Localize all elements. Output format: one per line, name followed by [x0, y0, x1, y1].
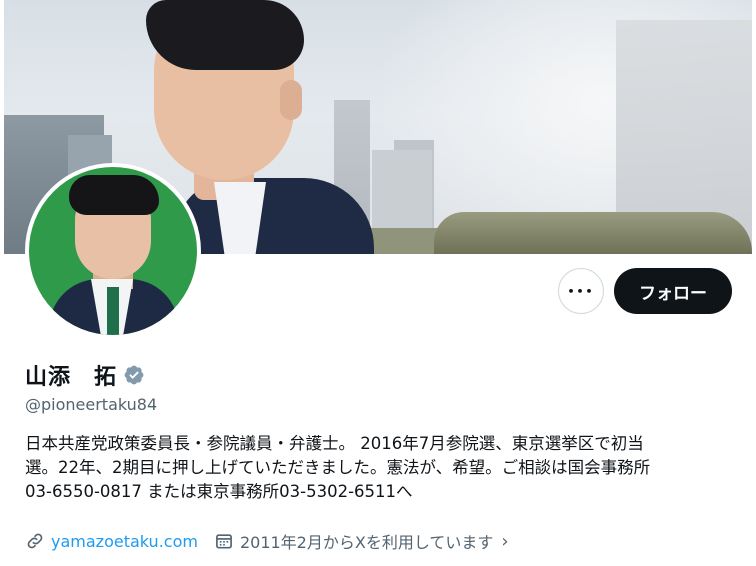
user-handle: @pioneertaku84 [25, 395, 158, 414]
profile-bio: 日本共産党政策委員長・参院議員・弁護士。 2016年7月参院選、東京選挙区で初当… [25, 432, 735, 504]
display-name-row: 山添 拓 [25, 360, 145, 390]
avatar-hair [69, 175, 159, 215]
joined-date: 2011年2月からXを利用しています [239, 533, 494, 552]
avatar-tie [107, 287, 119, 335]
display-name: 山添 拓 [25, 365, 118, 390]
chevron-right-icon[interactable]: › [501, 531, 508, 552]
verified-badge-icon[interactable] [123, 364, 145, 386]
link-icon [27, 533, 43, 549]
joined-item[interactable]: 2011年2月からXを利用しています › [214, 529, 509, 553]
avatar[interactable] [25, 163, 201, 339]
more-options-button[interactable]: ••• [558, 268, 604, 314]
website-link[interactable]: yamazoetaku.com [51, 532, 198, 551]
banner-person-ear [280, 80, 302, 120]
more-icon: ••• [567, 284, 595, 298]
bio-line: 03-6550-0817 または東京事務所03-5302-6511へ [25, 482, 413, 501]
banner-person-hair [146, 0, 304, 70]
profile-meta: yamazoetaku.com 2011年2月からXを利用しています › [25, 528, 525, 554]
calendar-icon [216, 534, 232, 549]
bio-line: 選。22年、2期目に押し上げていただきました。憲法が、希望。ご相談は国会事務所 [25, 458, 651, 477]
bio-line: 日本共産党政策委員長・参院議員・弁護士。 2016年7月参院選、東京選挙区で初当 [25, 434, 644, 453]
banner-trees [434, 212, 752, 254]
website-item[interactable]: yamazoetaku.com [25, 531, 198, 551]
follow-button[interactable]: フォロー [614, 268, 732, 314]
follow-label: フォロー [639, 283, 707, 304]
